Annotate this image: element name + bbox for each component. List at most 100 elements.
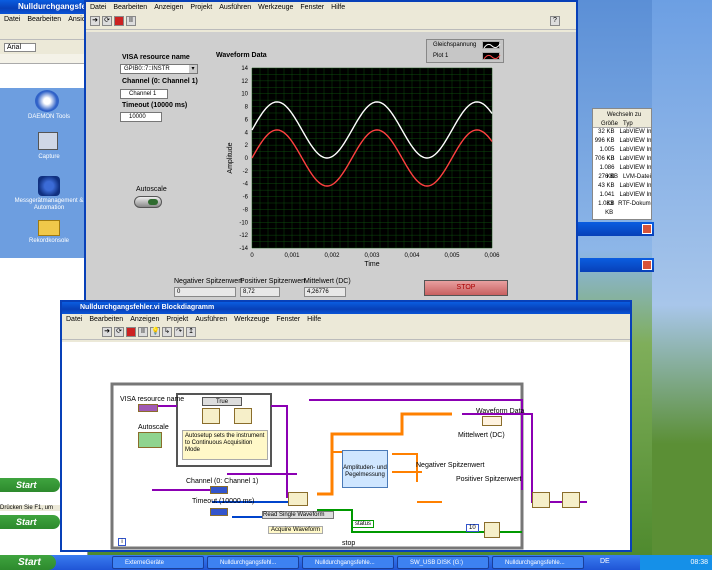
bd-menu-0[interactable]: Datei: [66, 316, 82, 323]
explorer-row[interactable]: 43 KB LabVIEW Inst: [593, 182, 651, 191]
fp-menu-4[interactable]: Ausführen: [219, 4, 251, 11]
x-tick-label: 0: [250, 253, 254, 259]
background-toolbar: [0, 26, 87, 40]
taskbar-item[interactable]: ExterneGeräte: [112, 556, 204, 569]
timeout-control[interactable]: 10000: [120, 112, 162, 122]
stop-button[interactable]: STOP: [424, 280, 508, 296]
waveform-graph[interactable]: 14121086420-2-4-6-8-10-12-140 0,001 0,002 0…: [224, 60, 504, 274]
taskbar-item[interactable]: Nulldurchgangsfehle...: [302, 556, 394, 569]
read-waveform-vi[interactable]: [288, 492, 308, 506]
config-vi[interactable]: [234, 408, 252, 424]
explorer-goto[interactable]: Wechseln zu: [593, 109, 651, 121]
pause-icon[interactable]: II: [126, 16, 136, 26]
close-icon[interactable]: [642, 260, 652, 270]
bd-menu-7[interactable]: Hilfe: [307, 316, 321, 323]
bd-canvas: VISA resource name True Autosetup sets t…: [62, 342, 630, 550]
max-icon[interactable]: [38, 176, 60, 196]
fp-menu-5[interactable]: Werkzeuge: [258, 4, 293, 11]
start-button[interactable]: Start: [0, 555, 56, 570]
read-single-waveform-ring[interactable]: Read Single Waveform: [262, 511, 334, 519]
highlight-icon[interactable]: 💡: [150, 327, 160, 337]
bd-menu-2[interactable]: Anzeigen: [130, 316, 159, 323]
fp-menu-7[interactable]: Hilfe: [331, 4, 345, 11]
autoscale-toggle[interactable]: [134, 196, 162, 208]
explorer-row[interactable]: 1.041 KB LabVIEW Inst: [593, 191, 651, 207]
step-into-icon[interactable]: ↳: [162, 327, 172, 337]
bd-menu-3[interactable]: Projekt: [166, 316, 188, 323]
waveform-terminal[interactable]: [482, 416, 502, 426]
fp-menu-6[interactable]: Fenster: [300, 4, 324, 11]
channel-ring[interactable]: Channel 1: [120, 89, 168, 99]
visa-terminal[interactable]: [138, 404, 158, 412]
bd-toolbar: ➜ ⟳ II 💡 ↳ ↷ ↥: [62, 326, 630, 340]
menu-bearbeiten[interactable]: Bearbeiten: [27, 16, 61, 23]
taskbar-item[interactable]: SW_USB DISK (G:): [397, 556, 489, 569]
help-icon[interactable]: ?: [550, 16, 560, 26]
explorer-row[interactable]: 706 KB LabVIEW Inst: [593, 155, 651, 164]
run-arrow-icon[interactable]: ➜: [90, 16, 100, 26]
amplitude-express-vi[interactable]: Amplituden- und Pegelmessung: [342, 450, 388, 488]
dropdown-icon[interactable]: ▾: [189, 65, 197, 73]
taskbar-item[interactable]: Nulldurchgangsfehle...: [492, 556, 584, 569]
explorer-rows: 32 KBLabVIEW Inst996 KBLabVIEW Inst1.005…: [593, 128, 651, 216]
close-vi[interactable]: [532, 492, 550, 508]
abort-icon[interactable]: [114, 16, 124, 26]
start-button-ghost2[interactable]: Start: [0, 515, 60, 529]
visa-resource-control[interactable]: GPIB0::7::INSTR ▾: [120, 64, 198, 74]
stacked-window-1[interactable]: [578, 222, 654, 236]
wait-ms-icon[interactable]: [484, 522, 500, 538]
system-tray-clock[interactable]: 08:38: [640, 555, 712, 570]
bd-menu-1[interactable]: Bearbeiten: [89, 316, 123, 323]
legend-swatch-white: [482, 41, 501, 49]
explorer-type: LabVIEW Inst: [619, 192, 651, 198]
fp-menu-1[interactable]: Bearbeiten: [113, 4, 147, 11]
bd-menu-6[interactable]: Fenster: [276, 316, 300, 323]
explorer-row[interactable]: 1.083 KB RTF-Dokument: [593, 200, 651, 216]
fp-menu-3[interactable]: Projekt: [190, 4, 212, 11]
timeout-terminal[interactable]: [210, 508, 228, 516]
run-continuous-icon[interactable]: ⟳: [102, 16, 112, 26]
explorer-size: 1.086 KB: [599, 165, 615, 180]
error-handler-vi[interactable]: [562, 492, 580, 508]
pause-icon[interactable]: II: [138, 327, 148, 337]
autoscale-terminal[interactable]: [138, 432, 162, 448]
col-groesse[interactable]: Größe: [593, 121, 621, 127]
autosetup-vi[interactable]: [202, 408, 220, 424]
folder-icon[interactable]: [38, 220, 60, 236]
explorer-row[interactable]: 1.005 KB LabVIEW Inst: [593, 146, 651, 162]
start-button-ghost[interactable]: Start: [0, 478, 60, 492]
taskbar-item[interactable]: Nulldurchgangsfehl...: [207, 556, 299, 569]
explorer-row[interactable]: 32 KB LabVIEW Inst: [593, 128, 651, 137]
explorer-row[interactable]: 996 KB LabVIEW Inst: [593, 137, 651, 146]
channel-terminal[interactable]: [210, 486, 228, 494]
run-continuous-icon[interactable]: ⟳: [114, 327, 124, 337]
run-arrow-icon[interactable]: ➜: [102, 327, 112, 337]
status-bar: Drücken Sie F1, um: [0, 505, 60, 511]
language-indicator[interactable]: DE: [600, 558, 610, 565]
legend-entry-dc[interactable]: Gleichspannung: [427, 40, 503, 51]
fp-menu-0[interactable]: Datei: [90, 4, 106, 11]
y-tick-label: 6: [245, 117, 249, 123]
font-field[interactable]: Arial: [4, 43, 37, 52]
daemon-icon[interactable]: [35, 90, 59, 112]
step-out-icon[interactable]: ↥: [186, 327, 196, 337]
explorer-size: 276 KB: [598, 174, 618, 180]
wait-constant: 10: [466, 524, 479, 532]
fp-menu-2[interactable]: Anzeigen: [154, 4, 183, 11]
close-icon[interactable]: [642, 224, 652, 234]
bd-menu-4[interactable]: Ausführen: [195, 316, 227, 323]
abort-icon[interactable]: [126, 327, 136, 337]
explorer-type: RTF-Dokument: [618, 201, 651, 207]
case-selector[interactable]: True: [202, 397, 242, 406]
capture-icon[interactable]: [38, 132, 58, 150]
font-toolbar: Arial: [0, 40, 87, 54]
explorer-header: Größe Typ: [593, 121, 651, 128]
step-over-icon[interactable]: ↷: [174, 327, 184, 337]
bd-menu-5[interactable]: Werkzeuge: [234, 316, 269, 323]
stacked-window-2[interactable]: [580, 258, 654, 272]
background-menubar: Datei Bearbeiten Ansicht: [0, 14, 91, 26]
col-typ[interactable]: Typ: [621, 121, 633, 127]
explorer-row[interactable]: 1.086 KB LabVIEW Inst: [593, 164, 651, 180]
explorer-row[interactable]: 276 KB LVM-Datei: [593, 173, 651, 182]
menu-datei[interactable]: Datei: [4, 16, 20, 23]
